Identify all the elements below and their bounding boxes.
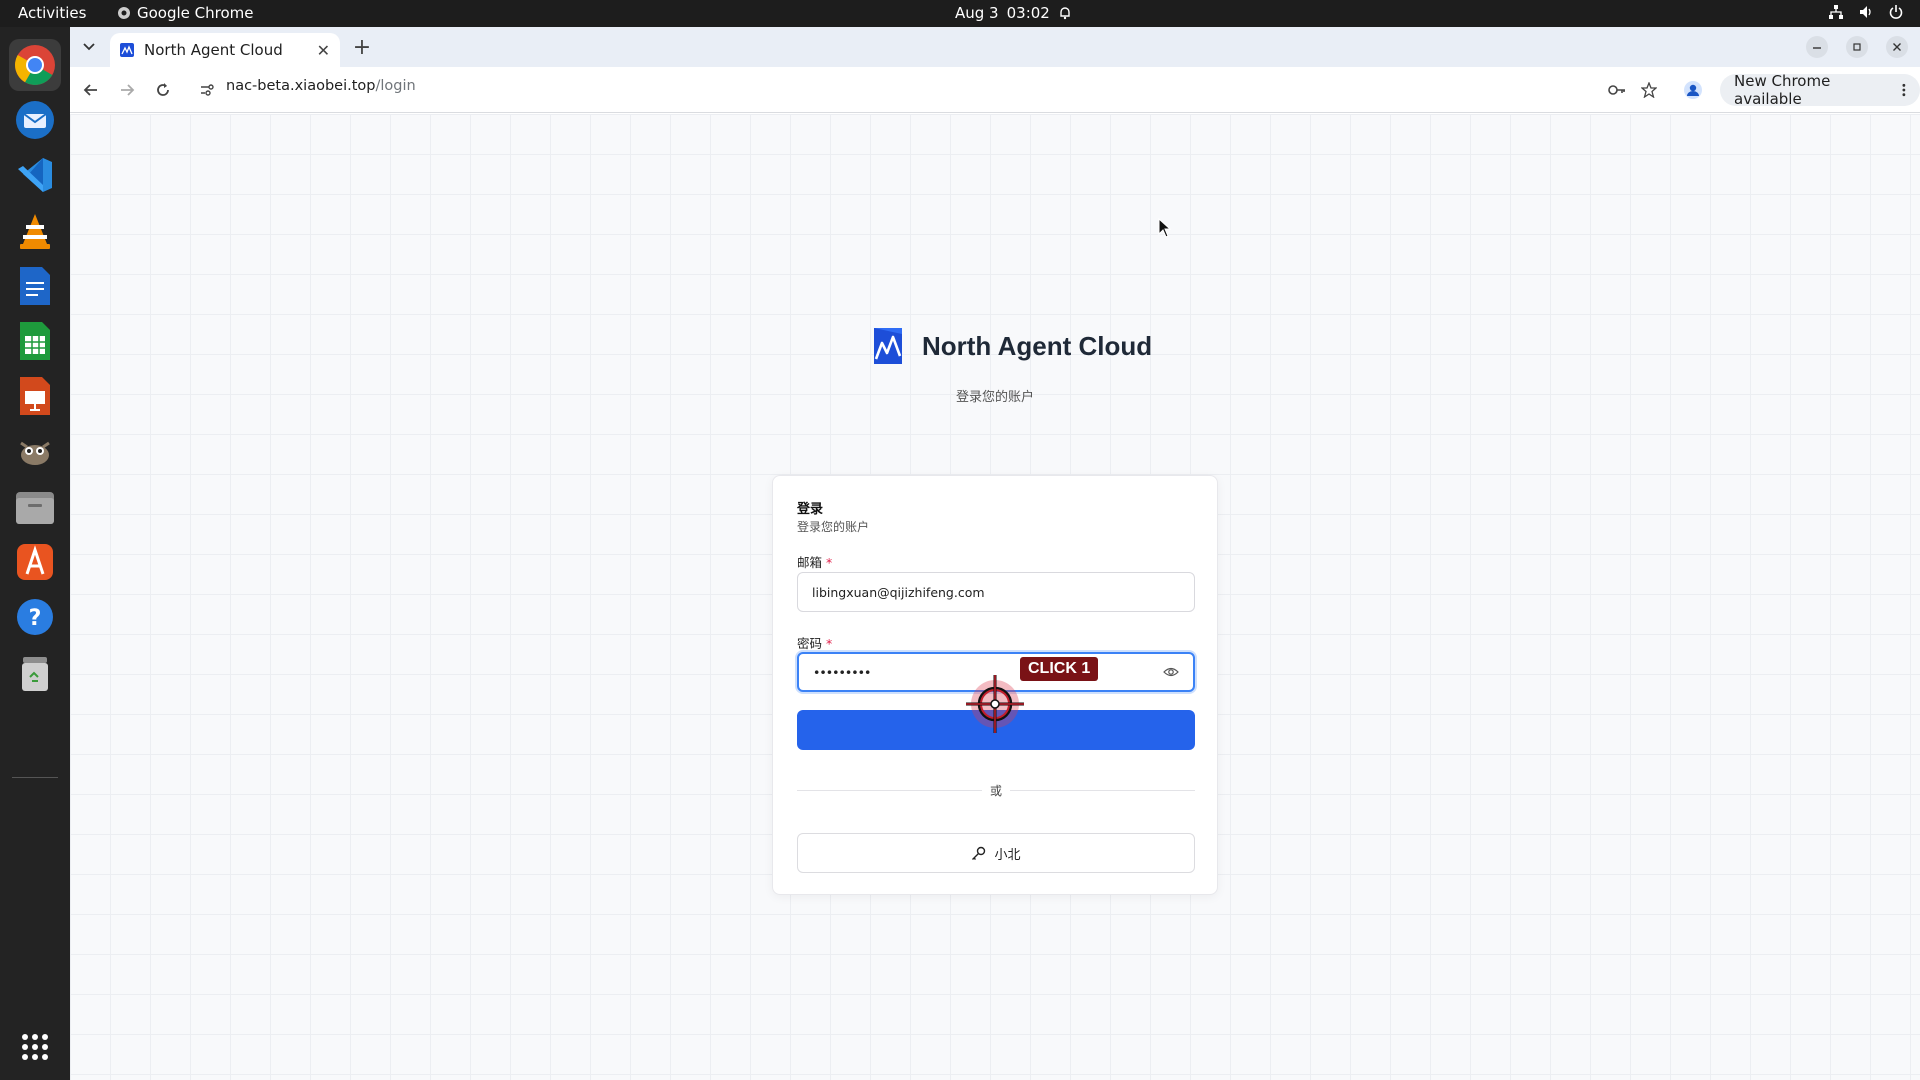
- vlc-icon[interactable]: [9, 205, 61, 257]
- back-icon[interactable]: [78, 77, 104, 103]
- tab-strip: North Agent Cloud ✕ +: [70, 27, 1920, 67]
- network-icon: [1829, 5, 1843, 19]
- close-window-icon[interactable]: [1884, 34, 1910, 60]
- click-target-marker: [966, 675, 1024, 733]
- system-tray[interactable]: [1828, 4, 1904, 20]
- date-text: Aug 3: [955, 4, 999, 22]
- reload-icon[interactable]: [150, 77, 176, 103]
- show-apps-icon[interactable]: [9, 1021, 61, 1073]
- svg-text:?: ?: [29, 606, 42, 631]
- chrome-icon[interactable]: [9, 39, 61, 91]
- mouse-cursor-icon: [1158, 218, 1172, 238]
- brand-title: North Agent Cloud: [922, 330, 1153, 361]
- minimize-icon[interactable]: [1804, 34, 1830, 60]
- system-top-bar: Activities Google Chrome Aug 3 03:02: [0, 0, 1920, 27]
- help-icon[interactable]: ?: [9, 591, 61, 643]
- app-center-icon[interactable]: [9, 536, 61, 588]
- dock: ?: [0, 27, 70, 1080]
- email-value: libingxuan@qijizhifeng.com: [812, 584, 985, 600]
- restore-icon[interactable]: [1844, 34, 1870, 60]
- password-label: 密码 *: [797, 633, 832, 652]
- gimp-icon[interactable]: [9, 425, 61, 477]
- url-host: nac-beta.xiaobei.top: [226, 78, 376, 94]
- forward-icon[interactable]: [114, 77, 140, 103]
- time-text: 03:02: [1006, 4, 1050, 22]
- chrome-window: North Agent Cloud ✕ + nac-beta.xiaobei.t…: [70, 27, 1920, 1080]
- show-password-eye-icon[interactable]: [1163, 664, 1179, 683]
- card-subtitle: 登录您的账户: [797, 520, 870, 534]
- brand-header: North Agent Cloud: [870, 326, 1152, 366]
- site-info-icon[interactable]: [194, 77, 220, 103]
- app-menu[interactable]: Google Chrome: [117, 4, 254, 22]
- card-title: 登录: [797, 502, 824, 517]
- address-bar[interactable]: nac-beta.xiaobei.top/login: [226, 78, 416, 94]
- email-field[interactable]: libingxuan@qijizhifeng.com: [797, 572, 1195, 612]
- tab-north-agent-cloud[interactable]: North Agent Cloud ✕: [110, 33, 340, 67]
- password-value: •••••••••: [813, 664, 871, 680]
- calc-icon[interactable]: [9, 315, 61, 367]
- vscode-icon[interactable]: [9, 149, 61, 201]
- xiaobei-sso-button[interactable]: 小北: [797, 833, 1195, 873]
- login-page: North Agent Cloud 登录您的账户 登录 登录您的账户 邮箱 * l…: [70, 114, 1920, 1080]
- click-label: CLICK 1: [1020, 657, 1099, 681]
- key-icon: [972, 846, 986, 860]
- volume-icon: [1860, 6, 1871, 18]
- required-mark: *: [826, 636, 833, 651]
- chrome-small-icon: [118, 7, 130, 19]
- divider-right: [1010, 790, 1195, 791]
- impress-icon[interactable]: [9, 370, 61, 422]
- password-label-text: 密码: [797, 636, 823, 651]
- brand-subtitle: 登录您的账户: [955, 390, 1034, 405]
- tab-close-icon[interactable]: ✕: [317, 41, 330, 60]
- profile-avatar-icon[interactable]: [1680, 77, 1706, 103]
- email-label-text: 邮箱: [797, 555, 823, 570]
- new-chrome-available-button[interactable]: New Chrome available: [1720, 72, 1920, 108]
- browser-toolbar: nac-beta.xiaobei.top/login New Chrome av…: [70, 67, 1920, 113]
- notification-bell-icon: [1060, 7, 1070, 20]
- app-name: Google Chrome: [137, 4, 254, 22]
- update-label: New Chrome available: [1734, 72, 1831, 108]
- password-key-icon[interactable]: [1604, 77, 1630, 103]
- power-icon: [1889, 5, 1903, 19]
- email-label: 邮箱 *: [797, 552, 832, 571]
- files-icon[interactable]: [9, 481, 61, 533]
- tab-title: North Agent Cloud: [144, 41, 283, 59]
- site-favicon-icon: [120, 43, 134, 57]
- sso-label: 小北: [994, 847, 1021, 863]
- north-agent-logo-icon: [874, 328, 902, 364]
- activities-button[interactable]: Activities: [18, 4, 86, 22]
- tab-search-icon[interactable]: [76, 34, 102, 60]
- trash-icon[interactable]: [9, 647, 61, 699]
- bookmark-star-icon[interactable]: [1636, 77, 1662, 103]
- url-path: /login: [375, 78, 416, 94]
- new-tab-icon[interactable]: +: [349, 34, 375, 60]
- dock-separator: [12, 777, 58, 778]
- clock[interactable]: Aug 3 03:02: [955, 4, 1072, 22]
- thunderbird-icon[interactable]: [9, 94, 61, 146]
- writer-icon[interactable]: [9, 260, 61, 312]
- required-mark: *: [826, 555, 833, 570]
- kebab-menu-icon: [1902, 83, 1906, 97]
